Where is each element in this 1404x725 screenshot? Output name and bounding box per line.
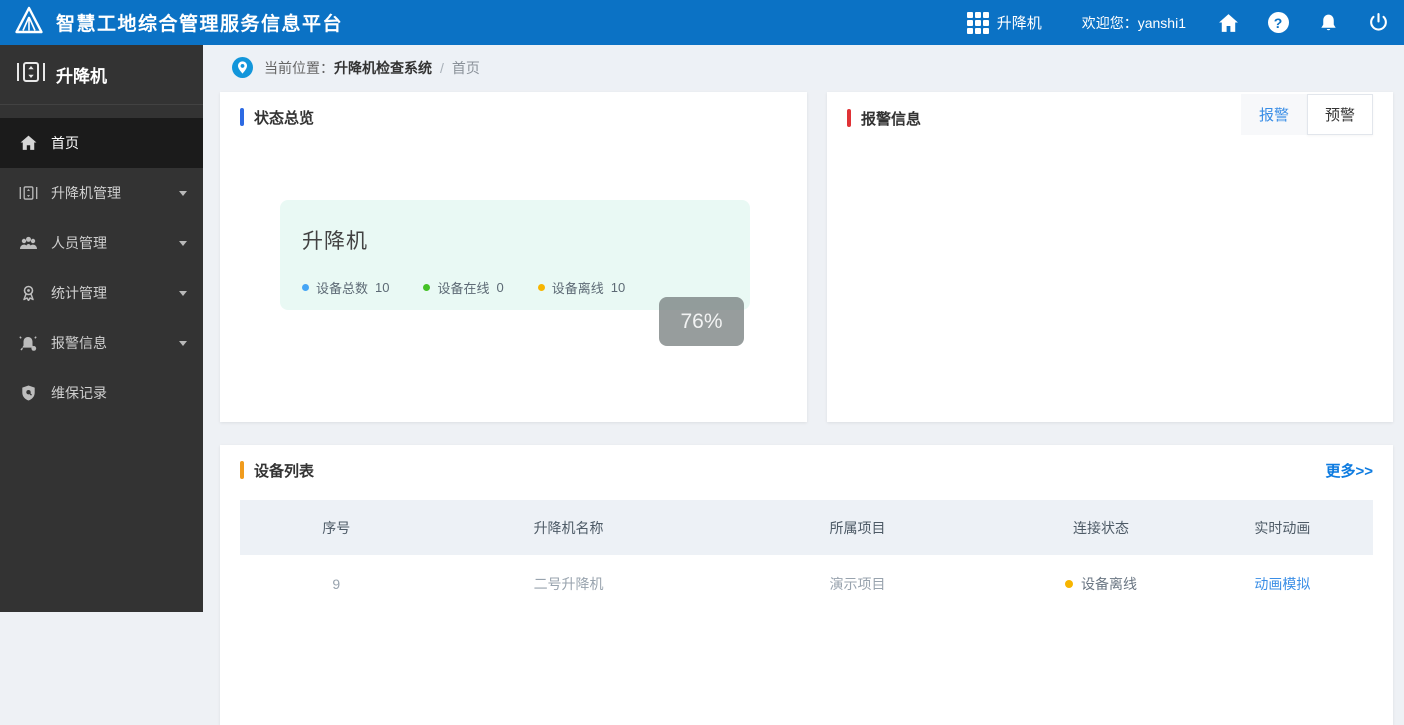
home-icon	[18, 135, 38, 151]
chevron-down-icon	[179, 190, 187, 196]
power-button[interactable]	[1366, 11, 1390, 35]
alarm-accent-bar	[847, 109, 851, 127]
welcome-text: 欢迎您：yanshi1	[1082, 13, 1186, 33]
sidebar-item-maintenance-records[interactable]: 维保记录	[0, 368, 203, 418]
sidebar-item-alarm-info[interactable]: 报警信息	[0, 318, 203, 368]
alarm-tab-预警[interactable]: 预警	[1306, 94, 1373, 135]
alarm-tabs: 报警 预警	[1240, 94, 1373, 135]
username: yanshi1	[1137, 14, 1186, 31]
lift-status-card[interactable]: 升降机 设备总数 10 设备在线 0 设备离线 10	[280, 200, 750, 310]
device-list-panel: 设备列表 更多>> 序号 升降机名称 所属项目 连接状态 实时动画 9 二号升降机 演示项目…	[220, 445, 1393, 725]
device-accent-bar	[240, 461, 244, 479]
status-card-stats: 设备总数 10 设备在线 0 设备离线 10	[302, 278, 728, 297]
alarm-info-panel: 报警信息 报警 预警	[827, 92, 1393, 422]
home-button[interactable]	[1216, 11, 1240, 35]
brand-logo-icon	[14, 5, 44, 40]
app-title: 智慧工地综合管理服务信息平台	[56, 14, 344, 35]
chevron-down-icon	[179, 290, 187, 296]
cell-no: 9	[240, 555, 433, 613]
stat-value: 10	[610, 280, 626, 295]
alarm-tab-报警[interactable]: 报警	[1240, 94, 1307, 135]
column-header: 升降机名称	[432, 500, 705, 555]
notifications-button[interactable]	[1316, 11, 1340, 35]
sidebar-menu: 首页升降机管理人员管理统计管理报警信息维保记录	[0, 105, 203, 418]
status-panel-title: 状态总览	[254, 109, 315, 127]
breadcrumb: 当前位置： 升降机检查系统 / 首页	[203, 45, 1404, 90]
welcome-label: 欢迎您：	[1081, 14, 1138, 31]
sidebar-item-label: 报警信息	[51, 335, 107, 351]
device-panel-title: 设备列表	[254, 462, 315, 480]
status-panel-header: 状态总览	[220, 92, 807, 142]
status-overview-panel: 状态总览 升降机 设备总数 10 设备在线 0 设备离线 10	[220, 92, 807, 422]
cell-project: 演示项目	[704, 555, 1011, 613]
stat-label: 设备在线	[437, 281, 490, 296]
content: 状态总览 升降机 设备总数 10 设备在线 0 设备离线 10 报警信息 报警 预警	[203, 90, 1404, 725]
chevron-down-icon	[179, 240, 187, 246]
sidebar-item-label: 首页	[51, 135, 79, 151]
stat-label: 设备离线	[551, 281, 604, 296]
breadcrumb-prefix: 当前位置：	[264, 59, 334, 76]
alarm-panel-title: 报警信息	[861, 110, 922, 128]
lift-logo-icon	[16, 61, 46, 88]
lift-icon	[18, 185, 38, 201]
people-icon	[18, 236, 38, 251]
app-header: 智慧工地综合管理服务信息平台 升降机 欢迎您：yanshi1 ?	[0, 0, 1404, 45]
stat-设备离线: 设备离线 10	[537, 278, 626, 297]
status-dot-icon	[1065, 580, 1074, 588]
chevron-down-icon	[179, 340, 187, 346]
alarm-icon	[18, 335, 38, 351]
sidebar-item-label: 维保记录	[51, 385, 107, 401]
brand: 智慧工地综合管理服务信息平台	[14, 5, 343, 40]
app-switcher-label: 升降机	[996, 15, 1042, 32]
sidebar-title: 升降机	[56, 67, 107, 86]
stat-value: 0	[496, 280, 504, 295]
stat-dot-icon	[302, 284, 309, 291]
device-table-header-row: 序号 升降机名称 所属项目 连接状态 实时动画	[240, 500, 1373, 555]
sidebar: 升降机 首页升降机管理人员管理统计管理报警信息维保记录	[0, 45, 203, 612]
status-badge: 设备离线	[1065, 574, 1137, 594]
sidebar-item-label: 升降机管理	[51, 185, 121, 201]
zoom-level-toast: 76%	[659, 297, 744, 346]
stat-设备总数: 设备总数 10	[302, 278, 389, 297]
status-card-title: 升降机	[302, 230, 368, 253]
sidebar-item-label: 统计管理	[51, 285, 107, 301]
device-panel-header: 设备列表 更多>>	[220, 445, 1393, 495]
sidebar-item-personnel-management[interactable]: 人员管理	[0, 218, 203, 268]
breadcrumb-current[interactable]: 首页	[452, 58, 480, 78]
alarm-panel-header: 报警信息 报警 预警	[827, 92, 1393, 142]
stat-dot-icon	[423, 284, 431, 291]
sidebar-item-statistics-management[interactable]: 统计管理	[0, 268, 203, 318]
status-accent-bar	[240, 108, 244, 126]
stat-设备在线: 设备在线 0	[423, 278, 504, 297]
sidebar-item-lift-management[interactable]: 升降机管理	[0, 168, 203, 218]
breadcrumb-system[interactable]: 升降机检查系统	[334, 58, 432, 78]
app-switcher-button[interactable]: 升降机	[966, 11, 1042, 34]
question-icon: ?	[1267, 12, 1289, 33]
grid-icon	[966, 11, 989, 34]
main-area: 当前位置： 升降机检查系统 / 首页 状态总览 升降机 设备总数 10 设备在线 0 设…	[203, 45, 1404, 725]
help-button[interactable]: ?	[1266, 11, 1290, 35]
stat-value: 10	[375, 280, 390, 295]
sidebar-item-label: 人员管理	[51, 235, 107, 251]
table-row: 9 二号升降机 演示项目 设备离线 动画模拟	[240, 555, 1373, 613]
column-header: 序号	[240, 500, 433, 555]
sidebar-item-home[interactable]: 首页	[0, 118, 203, 168]
sidebar-header: 升降机	[0, 45, 203, 105]
stat-label: 设备总数	[316, 281, 369, 296]
device-table: 序号 升降机名称 所属项目 连接状态 实时动画 9 二号升降机 演示项目 设备离线 动画模拟	[240, 500, 1373, 613]
stat-dot-icon	[537, 284, 545, 291]
breadcrumb-separator: /	[440, 59, 444, 76]
column-header: 所属项目	[704, 500, 1011, 555]
shield-icon	[18, 385, 38, 401]
column-header: 实时动画	[1191, 500, 1373, 555]
more-link[interactable]: 更多>>	[1325, 460, 1373, 481]
location-pin-icon	[232, 57, 253, 78]
column-header: 连接状态	[1010, 500, 1192, 555]
medal-icon	[18, 285, 38, 301]
cell-name: 二号升降机	[432, 555, 705, 613]
animation-simulation-link[interactable]: 动画模拟	[1254, 576, 1310, 592]
